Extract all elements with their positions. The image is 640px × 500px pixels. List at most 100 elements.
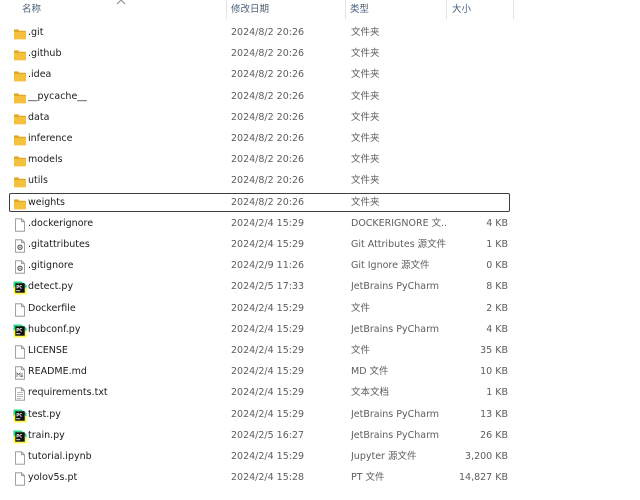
file-modified-date: 2024/8/2 20:26 xyxy=(231,90,305,102)
file-modified-date: 2024/2/4 15:29 xyxy=(231,217,305,229)
file-row[interactable]: PC train.py 2024/2/5 16:27 JetBrains PyChar… xyxy=(9,426,510,445)
file-row[interactable]: .dockerignore 2024/2/4 15:29 DOCKERIGNORE … xyxy=(9,214,510,233)
file-name: .idea xyxy=(28,69,52,81)
file-size xyxy=(446,172,508,189)
pycharm-file-icon: PC xyxy=(13,408,27,423)
file-row[interactable]: models 2024/8/2 20:26 文件夹 xyxy=(9,150,510,169)
file-type: JetBrains PyCharm xyxy=(351,408,440,420)
column-divider[interactable] xyxy=(226,0,227,19)
file-size xyxy=(446,151,508,168)
file-row[interactable]: .github 2024/8/2 20:26 文件夹 xyxy=(9,44,510,63)
file-name: inference xyxy=(28,133,73,144)
file-modified-date: 2024/8/2 20:26 xyxy=(231,175,305,187)
file-modified-date: 2024/2/4 15:29 xyxy=(231,387,305,399)
file-type: 文件夹 xyxy=(351,154,380,166)
file-modified-date: 2024/2/5 16:27 xyxy=(231,429,305,441)
file-type: JetBrains PyCharm xyxy=(351,429,440,441)
blank-file-icon xyxy=(13,450,27,465)
file-type: 文件夹 xyxy=(351,69,380,81)
column-header-name[interactable]: 名称 xyxy=(22,0,41,19)
folder-icon xyxy=(13,174,27,188)
file-size: 2 KB xyxy=(486,302,508,314)
file-row[interactable]: yolov5s.pt 2024/2/4 15:28 PT 文件 14,827 KB xyxy=(9,468,510,487)
file-row[interactable]: tutorial.ipynb 2024/2/4 15:29 Jupyter 源文件 3… xyxy=(9,447,510,466)
file-size: 10 KB xyxy=(480,366,508,378)
file-modified-date: 2024/2/4 15:29 xyxy=(231,345,305,356)
file-name: hubconf.py xyxy=(28,323,81,335)
folder-icon xyxy=(13,26,27,40)
svg-text:PC: PC xyxy=(16,412,22,417)
column-divider[interactable] xyxy=(513,0,514,19)
blank-file-icon xyxy=(13,302,27,317)
pycharm-file-icon: PC xyxy=(13,280,27,295)
folder-icon xyxy=(13,47,27,61)
file-row[interactable]: inference 2024/8/2 20:26 文件夹 xyxy=(9,129,510,148)
file-size: 26 KB xyxy=(480,429,508,441)
file-row[interactable]: utils 2024/8/2 20:26 文件夹 xyxy=(9,171,510,190)
file-size: 0 KB xyxy=(486,260,508,272)
blank-file-icon xyxy=(13,344,27,359)
file-name: tutorial.ipynb xyxy=(28,451,92,462)
file-type: Git Ignore 源文件 xyxy=(351,260,430,272)
file-name: LICENSE xyxy=(28,345,68,356)
file-row[interactable]: PC hubconf.py 2024/2/4 15:29 JetBrains PyCh… xyxy=(9,320,510,339)
svg-text:PC: PC xyxy=(16,327,22,332)
file-name: __pycache__ xyxy=(28,90,87,102)
file-type: 文件 xyxy=(351,302,371,314)
file-modified-date: 2024/2/5 17:33 xyxy=(231,281,305,293)
file-size xyxy=(446,194,508,211)
file-row[interactable]: .gitattributes 2024/2/4 15:29 Git Attribut… xyxy=(9,235,510,254)
file-row[interactable]: .gitignore 2024/2/9 11:26 Git Ignore 源文件 0 … xyxy=(9,256,510,275)
file-name: README.md xyxy=(28,366,87,378)
svg-text:PC: PC xyxy=(16,285,22,290)
file-name: .gitattributes xyxy=(28,239,90,250)
file-modified-date: 2024/2/4 15:29 xyxy=(231,451,305,462)
file-name: .dockerignore xyxy=(28,217,94,229)
file-size: 1 KB xyxy=(486,387,508,399)
file-row[interactable]: LICENSE 2024/2/4 15:29 文件 35 KB xyxy=(9,341,510,360)
file-row[interactable]: weights 2024/8/2 20:26 文件夹 xyxy=(9,192,510,212)
column-header-size[interactable]: 大小 xyxy=(452,0,471,19)
file-type: DOCKERIGNORE 文... xyxy=(351,217,446,229)
file-row[interactable]: PC detect.py 2024/2/5 17:33 JetBrains PyCha… xyxy=(9,277,510,296)
file-size xyxy=(446,109,508,126)
folder-icon xyxy=(13,90,27,104)
file-row[interactable]: data 2024/8/2 20:26 文件夹 xyxy=(9,108,510,127)
file-name: Dockerfile xyxy=(28,302,76,314)
file-modified-date: 2024/2/4 15:29 xyxy=(231,302,305,314)
pycharm-file-icon: PC xyxy=(13,323,27,338)
file-row[interactable]: .idea 2024/8/2 20:26 文件夹 xyxy=(9,65,510,84)
file-type: Git Attributes 源文件 xyxy=(351,239,446,250)
folder-icon xyxy=(13,153,27,167)
file-type: 文件 xyxy=(351,345,371,356)
column-header-date[interactable]: 修改日期 xyxy=(231,0,269,19)
file-modified-date: 2024/2/4 15:29 xyxy=(231,366,305,378)
config-file-icon xyxy=(13,238,27,253)
file-row[interactable]: .git 2024/8/2 20:26 文件夹 xyxy=(9,23,510,42)
file-type: JetBrains PyCharm xyxy=(351,281,440,293)
folder-icon xyxy=(13,132,27,146)
file-name: .github xyxy=(28,48,62,60)
column-header-type[interactable]: 类型 xyxy=(350,0,369,19)
file-modified-date: 2024/8/2 20:26 xyxy=(231,154,305,166)
column-divider[interactable] xyxy=(345,0,346,19)
file-name: detect.py xyxy=(28,281,74,293)
markdown-file-icon xyxy=(13,365,27,380)
column-divider[interactable] xyxy=(446,0,447,19)
blank-file-icon xyxy=(13,217,27,232)
file-modified-date: 2024/8/2 20:26 xyxy=(231,111,305,123)
file-row[interactable]: Dockerfile 2024/2/4 15:29 文件 2 KB xyxy=(9,299,510,318)
file-row[interactable]: requirements.txt 2024/2/4 15:29 文本文档 1 KB xyxy=(9,383,510,402)
file-row[interactable]: README.md 2024/2/4 15:29 MD 文件 10 KB xyxy=(9,362,510,381)
file-size: 14,827 KB xyxy=(458,472,508,484)
sort-ascending-icon xyxy=(116,0,126,5)
file-type: JetBrains PyCharm xyxy=(351,323,440,335)
file-size xyxy=(446,130,508,147)
file-modified-date: 2024/2/4 15:29 xyxy=(231,239,305,250)
file-row[interactable]: PC test.py 2024/2/4 15:29 JetBrains PyCharm… xyxy=(9,405,510,424)
file-size: 35 KB xyxy=(480,345,508,356)
file-type: 文件夹 xyxy=(351,196,380,208)
file-modified-date: 2024/2/4 15:29 xyxy=(231,408,305,420)
file-type: 文件夹 xyxy=(351,175,380,187)
file-row[interactable]: __pycache__ 2024/8/2 20:26 文件夹 xyxy=(9,87,510,106)
